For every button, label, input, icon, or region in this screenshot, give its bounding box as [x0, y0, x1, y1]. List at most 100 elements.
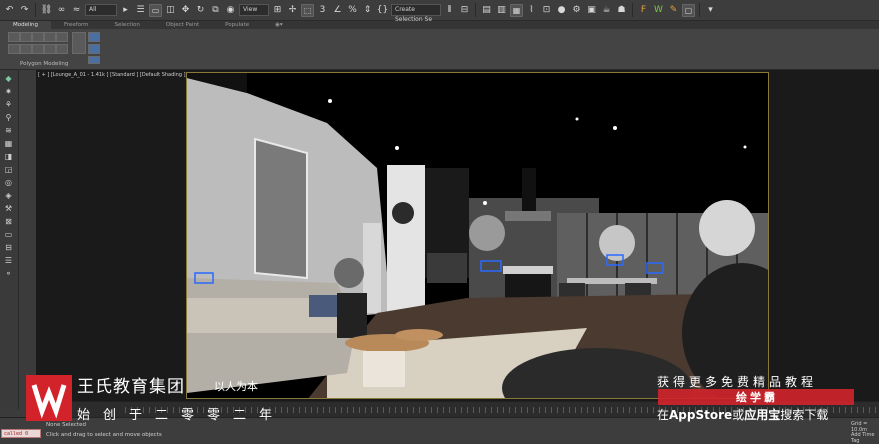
scene-explorer-icon[interactable]: ▤	[480, 4, 493, 17]
tab-object-paint[interactable]: Object Paint	[153, 21, 212, 29]
maxscript-listener[interactable]: called 0	[1, 429, 41, 438]
polygon-modeling-button[interactable]	[88, 56, 100, 64]
polygon-modeling-button[interactable]	[8, 32, 20, 42]
place-icon[interactable]: ◉	[224, 4, 237, 17]
display-icon[interactable]: ◈	[3, 191, 14, 200]
polygon-modeling-button[interactable]	[72, 32, 86, 54]
isolate-icon[interactable]: ⊟	[3, 243, 14, 252]
create-lights-icon[interactable]: ✷	[3, 87, 14, 96]
motion-icon[interactable]: ◎	[3, 178, 14, 187]
create-cameras-icon[interactable]: ⚘	[3, 100, 14, 109]
rectangular-selection-icon[interactable]: ▭	[149, 3, 162, 17]
link-icon[interactable]: ⛓	[40, 4, 53, 17]
command-panel: ◆ ✷ ⚘ ⚲ ≋ ▦ ◨ ◲ ◎ ◈ ⚒ ⊠ ▭ ⊟ ☰ ⚬	[0, 70, 19, 409]
ribbon-tabs: Modeling Freeform Selection Object Paint…	[0, 21, 879, 29]
render-production-icon[interactable]: ☕	[600, 4, 613, 17]
layer-explorer-icon[interactable]: ▥	[495, 4, 508, 17]
toolbar-separator	[35, 3, 36, 17]
hierarchy-icon[interactable]: ◲	[3, 165, 14, 174]
scene-illustration	[187, 73, 768, 398]
spinner-snap-icon[interactable]: ⇕	[361, 4, 374, 17]
company-slogan: 以人为本	[214, 380, 258, 393]
schematic-view-icon[interactable]: ⊡	[540, 4, 553, 17]
select-move-icon[interactable]: ✥	[179, 4, 192, 17]
spacewarps-icon[interactable]: ≋	[3, 126, 14, 135]
utilities-icon[interactable]: ⚒	[3, 204, 14, 213]
download-hint: 在AppStore或应用宝搜索下载	[657, 406, 828, 423]
bind-space-warp-icon[interactable]: ≈	[70, 4, 83, 17]
render-iterative-icon[interactable]: ☗	[615, 4, 628, 17]
vray-wizard-icon[interactable]: W	[652, 4, 665, 17]
create-geometry-icon[interactable]: ◆	[3, 74, 14, 83]
named-selection-dropdown[interactable]: Create Selection Se	[391, 4, 441, 23]
rendered-scene[interactable]	[186, 72, 769, 399]
select-manipulate-icon[interactable]: ⬚	[301, 3, 314, 17]
toolbar-separator	[475, 3, 476, 17]
create-helpers-icon[interactable]: ⚲	[3, 113, 14, 122]
angle-snap-icon[interactable]: ∠	[331, 4, 344, 17]
reference-coordinate-dropdown[interactable]: View	[239, 4, 269, 16]
render-icon[interactable]: ☰	[3, 256, 14, 265]
main-toolbar: ↶ ↷ ⛓ ∞ ≈ All ▸ ☰ ▭ ◫ ✥ ↻ ⧉ ◉ View ⊞ ✢ ⬚…	[0, 0, 879, 23]
systems-icon[interactable]: ▦	[3, 139, 14, 148]
polygon-modeling-button[interactable]	[44, 32, 56, 42]
select-by-name-icon[interactable]: ☰	[134, 4, 147, 17]
polygon-modeling-button[interactable]	[20, 32, 32, 42]
align-icon[interactable]: ⊟	[458, 4, 471, 17]
window-crossing-icon[interactable]: ◫	[164, 4, 177, 17]
polygon-modeling-button[interactable]	[8, 44, 20, 54]
modify-icon[interactable]: ◨	[3, 152, 14, 161]
vray-frame-buffer-icon[interactable]: F	[637, 4, 650, 17]
polygon-modeling-button[interactable]	[88, 44, 100, 54]
unlink-icon[interactable]: ∞	[55, 4, 68, 17]
select-rotate-icon[interactable]: ↻	[194, 4, 207, 17]
material-editor-icon[interactable]: ●	[555, 4, 568, 17]
vray-toolbar-icon[interactable]: ✎	[667, 4, 680, 17]
company-name: 王氏教育集团	[77, 377, 185, 397]
tab-freeform[interactable]: Freeform	[51, 21, 102, 29]
logo-mark	[31, 384, 67, 419]
viewport-label[interactable]: [ + ] [Lounge_A_01 - 1.41k ] [Standard ]…	[38, 72, 186, 78]
polygon-modeling-label[interactable]: Polygon Modeling	[20, 61, 68, 67]
toolbar-overflow-icon[interactable]: ▾	[704, 4, 717, 17]
snap-toggle-icon[interactable]: ⊠	[3, 217, 14, 226]
tab-selection[interactable]: Selection	[102, 21, 153, 29]
select-scale-icon[interactable]: ⧉	[209, 4, 222, 17]
curve-editor-icon[interactable]: ⌇	[525, 4, 538, 17]
ribbon-options-icon[interactable]: ◉▾	[262, 21, 296, 29]
tab-modeling[interactable]: Modeling	[0, 21, 52, 29]
polygon-modeling-button[interactable]	[32, 44, 44, 54]
snaps-toggle-icon[interactable]: 3	[316, 4, 329, 17]
render-setup-icon[interactable]: ⚙	[570, 4, 583, 17]
polygon-modeling-button[interactable]	[20, 44, 32, 54]
tab-populate[interactable]: Populate	[212, 21, 262, 29]
redo-icon[interactable]: ↷	[18, 4, 31, 17]
keyboard-shortcut-icon[interactable]: ✢	[286, 4, 299, 17]
select-object-icon[interactable]: ▸	[119, 4, 132, 17]
brand-logo	[26, 375, 72, 421]
polygon-modeling-button[interactable]	[56, 32, 68, 42]
pivot-point-icon[interactable]: ⊞	[271, 4, 284, 17]
mirror-icon[interactable]: ⫴	[443, 4, 456, 17]
download-prefix: 在	[657, 408, 670, 422]
promo-text: 获得更多免费精品教程	[657, 375, 818, 389]
download-suffix: 搜索下载	[780, 408, 829, 422]
app-name: 绘学霸	[736, 391, 778, 404]
vray-lights-icon[interactable]: ▢	[682, 3, 695, 17]
yingyongbao-name: 应用宝	[744, 408, 781, 422]
ribbon-toggle-icon[interactable]: ▦	[510, 3, 523, 17]
scene-states-icon[interactable]: ▭	[3, 230, 14, 239]
undo-icon[interactable]: ↶	[3, 4, 16, 17]
prompt-line: Click and drag to select and move object…	[46, 432, 162, 438]
light-lister-icon[interactable]: ⚬	[3, 269, 14, 278]
polygon-modeling-button[interactable]	[32, 32, 44, 42]
selection-filter-dropdown[interactable]: All	[85, 4, 117, 16]
toolbar-separator	[632, 3, 633, 17]
polygon-modeling-button[interactable]	[56, 44, 68, 54]
percent-snap-icon[interactable]: %	[346, 4, 359, 17]
rendered-frame-icon[interactable]: ▣	[585, 4, 598, 17]
polygon-modeling-button[interactable]	[44, 44, 56, 54]
polygon-modeling-button[interactable]	[88, 32, 100, 42]
add-time-tag[interactable]: Add Time Tag	[851, 432, 879, 444]
edit-named-selection-icon[interactable]: {}	[376, 4, 389, 17]
